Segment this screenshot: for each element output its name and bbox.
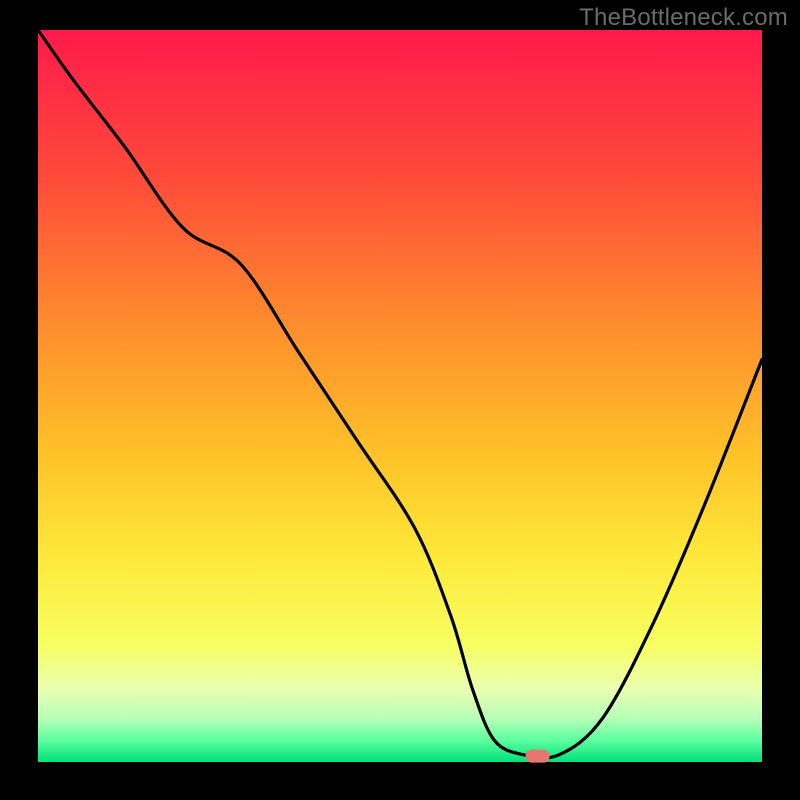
plot-background xyxy=(38,30,762,762)
optimal-marker xyxy=(526,750,550,763)
bottleneck-chart xyxy=(0,0,800,800)
chart-frame: TheBottleneck.com xyxy=(0,0,800,800)
